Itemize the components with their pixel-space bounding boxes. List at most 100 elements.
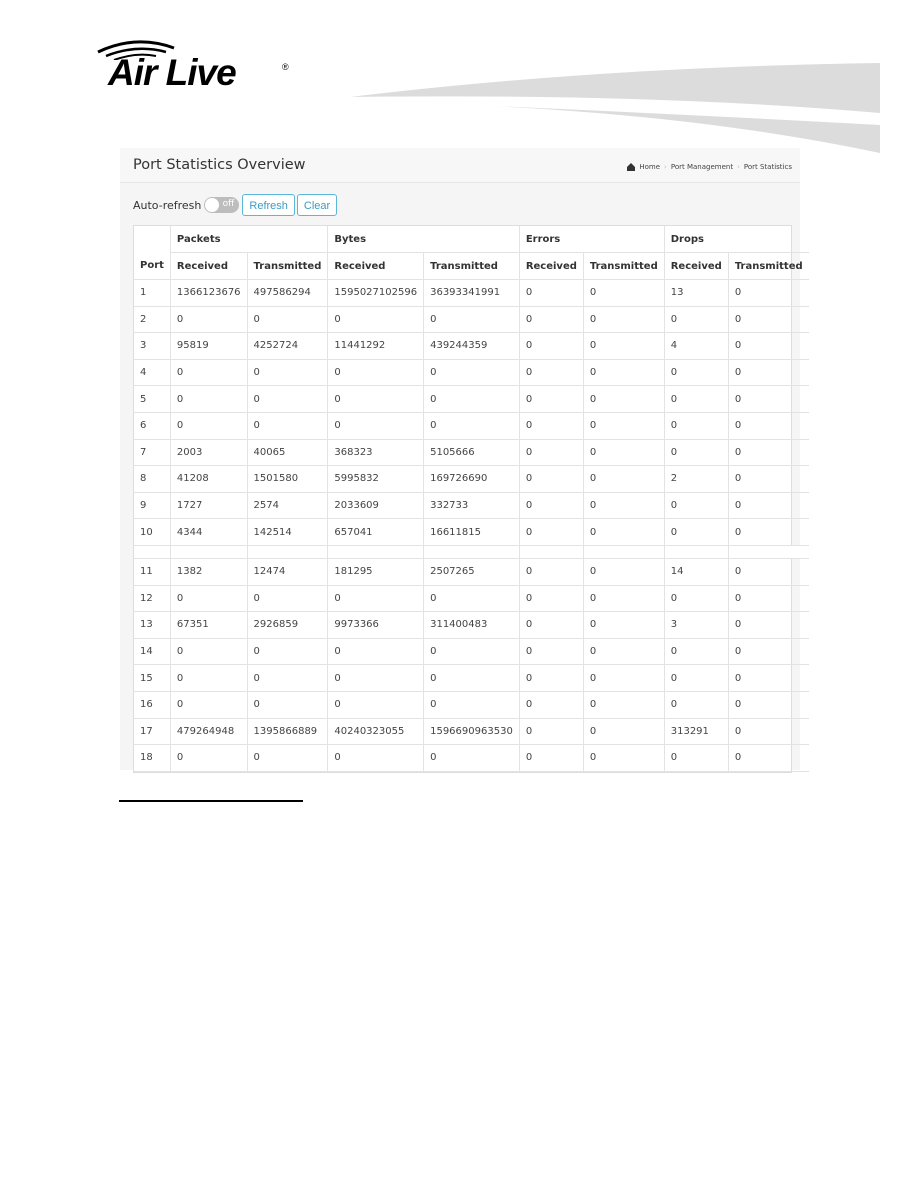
table-row: 14 0 0 0 0 0 0 0 0 [134, 638, 809, 666]
auto-refresh-label: Auto-refresh [133, 198, 202, 212]
stat-cell: 0 [583, 585, 665, 613]
group-header-drops: Drops [664, 226, 809, 253]
stat-cell: 0 [728, 558, 809, 586]
stat-cell: 0 [728, 465, 809, 493]
port-column-header: Port [134, 252, 171, 280]
stat-cell: 0 [170, 638, 248, 666]
panel-header: Port Statistics Overview Home › Port Man… [120, 148, 800, 183]
page-title: Port Statistics Overview [133, 157, 306, 173]
breadcrumb-port-statistics: Port Statistics [743, 163, 792, 171]
gap-cell [247, 545, 329, 559]
stat-cell: 0 [327, 744, 425, 772]
stat-cell: 0 [728, 664, 809, 692]
stat-cell: 0 [519, 332, 584, 360]
table-row: 8 41208 1501580 5995832 169726690 0 0 2 0 [134, 465, 809, 493]
stat-cell: 2033609 [327, 492, 425, 520]
stat-cell: 0 [519, 585, 584, 613]
toggle-knob [205, 198, 220, 212]
auto-refresh-toggle[interactable]: off [204, 197, 240, 213]
stat-cell: 142514 [247, 518, 329, 546]
stat-cell: 36393341991 [423, 279, 520, 307]
stat-cell: 1596690963530 [423, 718, 520, 746]
stat-cell: 5995832 [327, 465, 425, 493]
stat-cell: 311400483 [423, 611, 520, 639]
stat-cell: 332733 [423, 492, 520, 520]
table-row: 11 1382 12474 181295 2507265 0 0 14 0 [134, 558, 809, 586]
stat-cell: 0 [583, 558, 665, 586]
stat-cell: 0 [327, 359, 425, 387]
stat-cell: 0 [519, 518, 584, 546]
port-cell: 13 [134, 611, 171, 639]
stat-cell: 0 [247, 306, 329, 334]
stat-cell: 0 [170, 306, 248, 334]
port-cell: 15 [134, 664, 171, 692]
stat-cell: 3 [664, 611, 729, 639]
stat-cell: 479264948 [170, 718, 248, 746]
group-header-packets: Packets [170, 226, 329, 253]
gap-cell [728, 545, 809, 559]
stat-cell: 0 [728, 744, 809, 772]
stat-cell: 0 [583, 718, 665, 746]
stat-cell: 0 [247, 664, 329, 692]
refresh-button[interactable]: Refresh [242, 194, 295, 216]
breadcrumb-port-management[interactable]: Port Management [671, 163, 733, 171]
stat-cell: 12474 [247, 558, 329, 586]
column-header: Transmitted [423, 252, 520, 280]
gap-cell [327, 545, 425, 559]
table-row: 7 2003 40065 368323 5105666 0 0 0 0 [134, 439, 809, 467]
stat-cell: 0 [519, 385, 584, 413]
stat-cell: 0 [519, 558, 584, 586]
stat-cell: 40065 [247, 439, 329, 467]
stat-cell: 0 [247, 585, 329, 613]
port-cell: 11 [134, 558, 171, 586]
stat-cell: 0 [583, 518, 665, 546]
stat-cell: 0 [519, 359, 584, 387]
group-header-errors: Errors [519, 226, 665, 253]
stat-cell: 2 [664, 465, 729, 493]
stat-cell: 11441292 [327, 332, 425, 360]
stat-cell: 0 [664, 744, 729, 772]
breadcrumb-home[interactable]: Home [639, 163, 660, 171]
table-sub-header-row: Port Received Transmitted Received Trans… [134, 252, 809, 280]
stat-cell: 0 [247, 385, 329, 413]
stat-cell: 0 [170, 359, 248, 387]
table-row: 400000000 [134, 359, 809, 387]
airlive-logo: Air Live ® [96, 38, 296, 96]
breadcrumb-separator: › [664, 163, 667, 171]
toggle-state: off [222, 199, 235, 209]
stat-cell: 0 [664, 518, 729, 546]
stat-cell: 0 [664, 439, 729, 467]
clear-button[interactable]: Clear [296, 194, 338, 216]
footer-divider [119, 800, 303, 802]
port-cell: 10 [134, 518, 171, 546]
stat-cell: 0 [583, 664, 665, 692]
stat-cell: 169726690 [423, 465, 520, 493]
stat-cell: 0 [583, 412, 665, 440]
stat-cell: 4252724 [247, 332, 329, 360]
stat-cell: 0 [583, 691, 665, 719]
stat-cell: 0 [728, 611, 809, 639]
stat-cell: 0 [728, 691, 809, 719]
table-row: 3 95819 4252724 11441292 439244359 0 0 4 0 [134, 332, 809, 360]
stat-cell: 0 [423, 385, 520, 413]
stat-cell: 0 [423, 359, 520, 387]
stat-cell: 4 [664, 332, 729, 360]
stat-cell: 0 [583, 744, 665, 772]
stat-cell: 1501580 [247, 465, 329, 493]
breadcrumb: Home › Port Management › Port Statistics [627, 162, 792, 171]
port-header-spacer [134, 226, 171, 253]
stat-cell: 67351 [170, 611, 248, 639]
stat-cell: 0 [664, 492, 729, 520]
stat-cell: 0 [728, 359, 809, 387]
table-row: 600000000 [134, 412, 809, 440]
stat-cell: 0 [519, 465, 584, 493]
column-header: Transmitted [247, 252, 329, 280]
table-row: 17 479264948 1395866889 40240323055 15966909… [134, 718, 809, 746]
stat-cell: 0 [728, 518, 809, 546]
stat-cell: 14 [664, 558, 729, 586]
home-icon [627, 162, 636, 171]
stat-cell: 0 [327, 664, 425, 692]
port-cell: 14 [134, 638, 171, 666]
stat-cell: 0 [423, 744, 520, 772]
stat-cell: 1395866889 [247, 718, 329, 746]
